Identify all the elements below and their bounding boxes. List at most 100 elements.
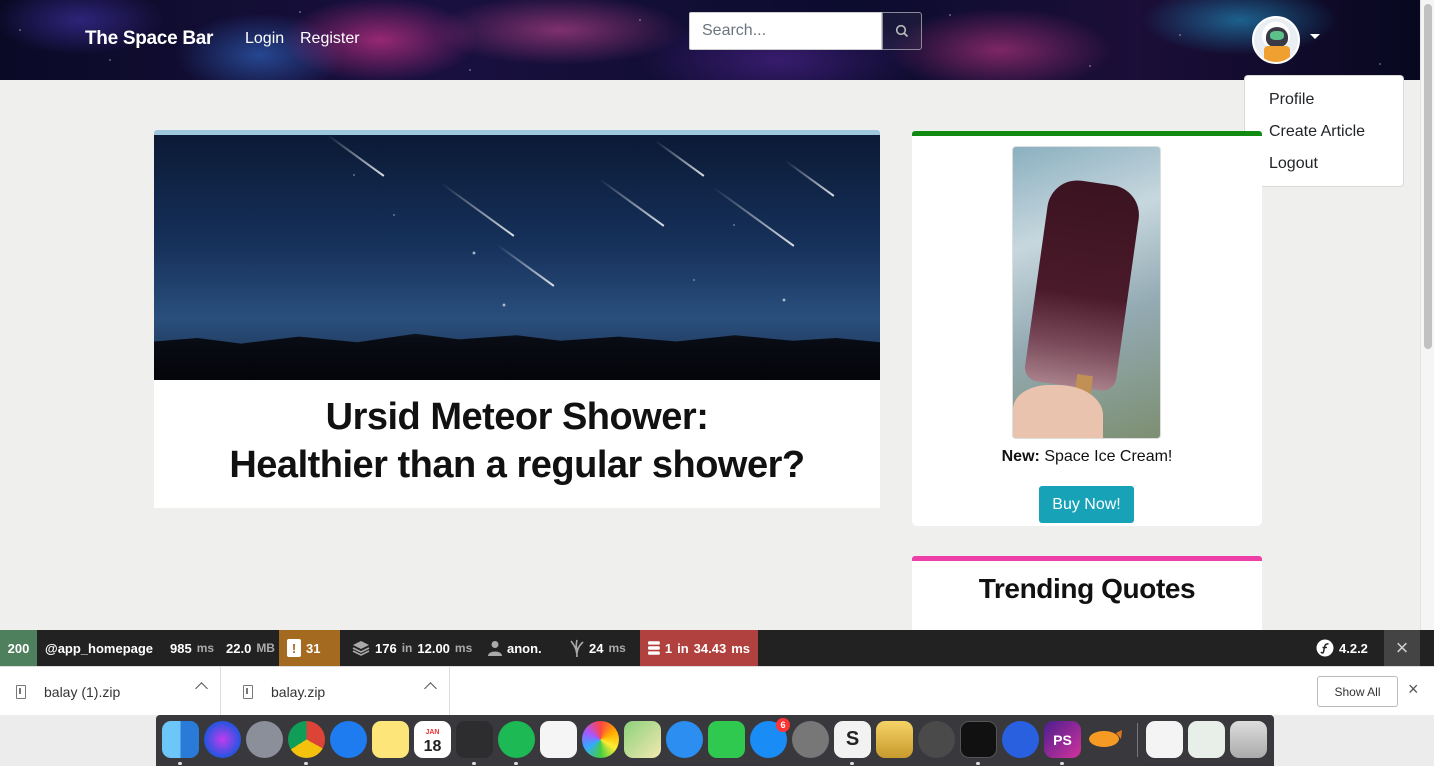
toolbar-database[interactable]: 1 in 34.43 ms [640,630,758,666]
location-icon[interactable] [1002,721,1039,758]
search-input[interactable] [689,12,882,50]
forms-unit: ms [454,641,473,655]
terminal-icon[interactable] [960,721,997,758]
facetime-icon[interactable] [708,721,745,758]
launchpad-icon[interactable] [246,721,283,758]
user-dropdown-menu: Profile Create Article Logout [1244,75,1404,187]
downloads-shelf: balay (1).zip balay.zip Show All × [0,666,1434,716]
db-time: 34.43 [693,640,727,656]
meteor-streak [712,186,795,247]
calendar-icon[interactable]: JAN 18 [414,721,451,758]
system-preferences-icon[interactable] [792,721,829,758]
dock-separator [1137,723,1138,757]
search-icon [895,24,909,38]
messages-icon[interactable] [666,721,703,758]
dropdown-item-profile[interactable]: Profile [1245,84,1403,116]
vscode-icon[interactable] [456,721,493,758]
brand-link[interactable]: The Space Bar [85,28,213,50]
nav-register-link[interactable]: Register [300,30,360,48]
notes-icon[interactable] [372,721,409,758]
toolbar-close-button[interactable]: × [1384,630,1420,666]
spotify-icon[interactable] [498,721,535,758]
toolbar-forms[interactable]: 176 in 12.00 ms [344,630,480,666]
horizon-silhouette [154,333,880,380]
download-filename[interactable]: balay.zip [271,684,325,700]
tableplus-icon[interactable] [918,721,955,758]
download-item[interactable]: balay.zip [243,667,450,716]
sequel-pro-icon[interactable] [876,721,913,758]
article-title-line-2[interactable]: Healthier than a regular shower? [154,441,880,489]
running-indicator [304,762,308,765]
toolbar-warnings[interactable]: ! 31 [279,630,340,666]
meteor-shower-image[interactable] [154,135,880,380]
buy-now-button[interactable]: Buy Now! [1039,486,1134,523]
twig-time: 24 [589,640,604,656]
finder-icon[interactable] [162,721,199,758]
document-icon[interactable] [1146,721,1183,758]
astronaut-suit [1264,46,1290,62]
astronaut-visor [1270,31,1284,40]
meteor-streak [598,178,665,227]
dropdown-item-logout[interactable]: Logout [1245,148,1403,180]
forms-in-label: in [401,641,413,655]
db-query-count: 1 [664,640,673,656]
symfony-debug-toolbar: 200 @app_homepage 985 ms 22.0 MB ! 31 17… [0,630,1434,666]
meteor-streak [785,159,835,197]
time-unit: ms [196,641,215,655]
transmit-icon[interactable] [1086,721,1123,758]
maps-icon[interactable] [624,721,661,758]
ad-caption: New: Space Ice Cream! [912,448,1262,466]
close-icon[interactable]: × [1408,679,1419,700]
meteor-streak [655,139,705,177]
app-store-icon[interactable]: 6 [750,718,790,758]
download-filename[interactable]: balay (1).zip [44,684,120,700]
page-scrollbar[interactable] [1420,0,1434,630]
chevron-up-icon[interactable] [195,682,208,695]
dropdown-item-create-article[interactable]: Create Article [1245,116,1403,148]
hand-graphic [1013,385,1103,438]
scrollbar-thumb[interactable] [1424,4,1432,349]
siri-icon[interactable] [204,721,241,758]
warning-icon: ! [287,639,301,657]
reminders-icon[interactable] [540,721,577,758]
phpstorm-icon[interactable]: PS [1044,721,1081,758]
nav-login-link[interactable]: Login [245,30,284,48]
trending-quotes-card: Trending Quotes [912,556,1262,636]
toolbar-route[interactable]: @app_homepage [37,630,161,666]
memory-value: 22.0 [226,640,252,656]
time-value: 985 [170,640,192,656]
calendar-day: 18 [423,737,442,755]
user-avatar-button[interactable] [1252,16,1300,64]
search-button[interactable] [882,12,922,50]
sublime-text-icon[interactable]: S [834,721,871,758]
sublime-label: S [845,728,860,750]
chevron-up-icon[interactable] [424,682,437,695]
toolbar-memory[interactable]: 22.0 MB [218,630,283,666]
user-name: anon. [507,640,542,656]
photos-icon[interactable] [582,721,619,758]
trash-icon[interactable] [1230,721,1267,758]
article-title[interactable]: Ursid Meteor Shower: Healthier than a re… [154,393,880,489]
download-item[interactable]: balay (1).zip [16,667,221,716]
safari-icon[interactable] [330,721,367,758]
macos-dock: JAN 18 6 S PS [156,715,1274,766]
toolbar-symfony-version[interactable]: 4.2.2 [1308,630,1376,666]
toolbar-user[interactable]: anon. [480,630,550,666]
toolbar-twig[interactable]: 24 ms [562,630,634,666]
chrome-icon[interactable] [288,721,325,758]
show-all-button[interactable]: Show All [1317,676,1398,707]
downloads-stack-icon[interactable] [1188,721,1225,758]
navbar: The Space Bar Login Register [0,0,1420,80]
ad-new-label: New: [1001,448,1040,465]
toolbar-status-code[interactable]: 200 [0,630,37,666]
chevron-down-icon[interactable] [1310,34,1320,39]
running-indicator [472,762,476,765]
phpstorm-label: PS [1053,731,1072,748]
toolbar-request-time[interactable]: 985 ms [162,630,222,666]
article-title-line-1[interactable]: Ursid Meteor Shower: [154,393,880,441]
trending-quotes-title: Trending Quotes [978,573,1196,604]
featured-article-card[interactable]: Ursid Meteor Shower: Healthier than a re… [154,130,880,508]
route-at-sign: @ [45,640,58,656]
db-unit: ms [731,640,750,656]
db-in-label: in [677,640,689,656]
